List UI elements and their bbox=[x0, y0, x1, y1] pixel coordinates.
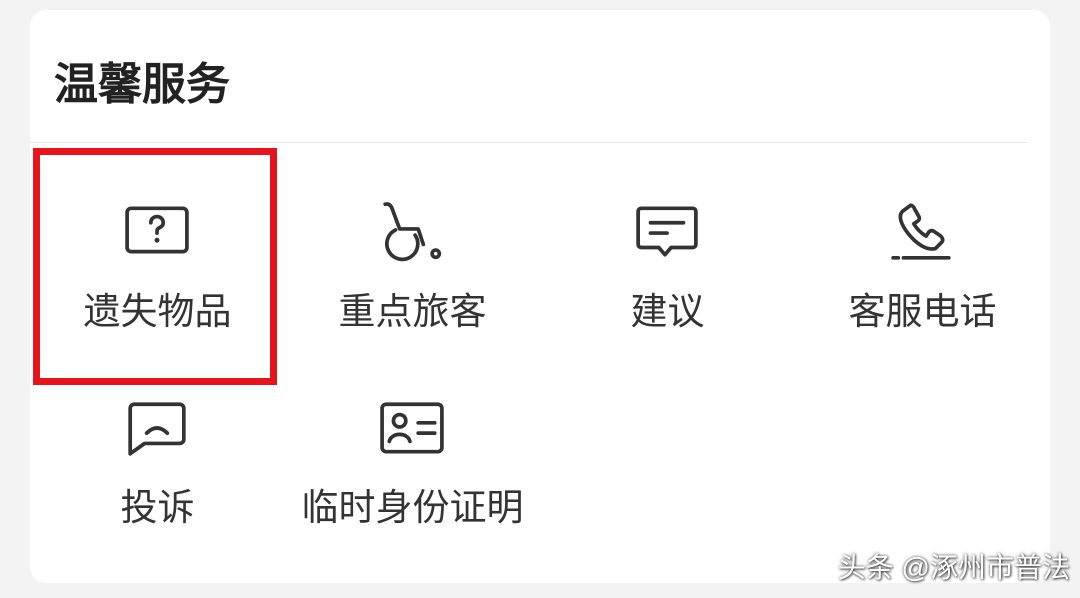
service-label: 投诉 bbox=[120, 487, 195, 528]
question-box-icon bbox=[124, 200, 190, 262]
service-label: 临时身份证明 bbox=[301, 487, 524, 528]
phone-icon bbox=[889, 200, 955, 262]
service-complaint[interactable]: 投诉 bbox=[30, 393, 285, 533]
message-icon bbox=[634, 200, 700, 262]
service-label: 建议 bbox=[630, 291, 705, 332]
section-title: 温馨服务 bbox=[54, 60, 230, 109]
service-temporary-id[interactable]: 临时身份证明 bbox=[285, 393, 540, 533]
wheelchair-icon bbox=[379, 200, 445, 262]
service-customer-hotline[interactable]: 客服电话 bbox=[795, 195, 1050, 335]
service-label: 客服电话 bbox=[848, 291, 997, 332]
service-suggestion[interactable]: 建议 bbox=[540, 195, 795, 335]
service-label: 重点旅客 bbox=[338, 291, 487, 332]
complaint-icon bbox=[124, 398, 190, 460]
id-card-icon bbox=[379, 398, 445, 460]
service-label: 遗失物品 bbox=[83, 291, 232, 332]
watermark: 头条 @涿州市普法 bbox=[837, 552, 1070, 583]
divider bbox=[30, 142, 1027, 143]
service-priority-passengers[interactable]: 重点旅客 bbox=[285, 195, 540, 335]
service-lost-items[interactable]: 遗失物品 bbox=[30, 195, 285, 335]
warm-service-card: 温馨服务 遗失物品 重点旅客 建议 客服电话 投诉 临时身份证明 bbox=[30, 10, 1050, 583]
